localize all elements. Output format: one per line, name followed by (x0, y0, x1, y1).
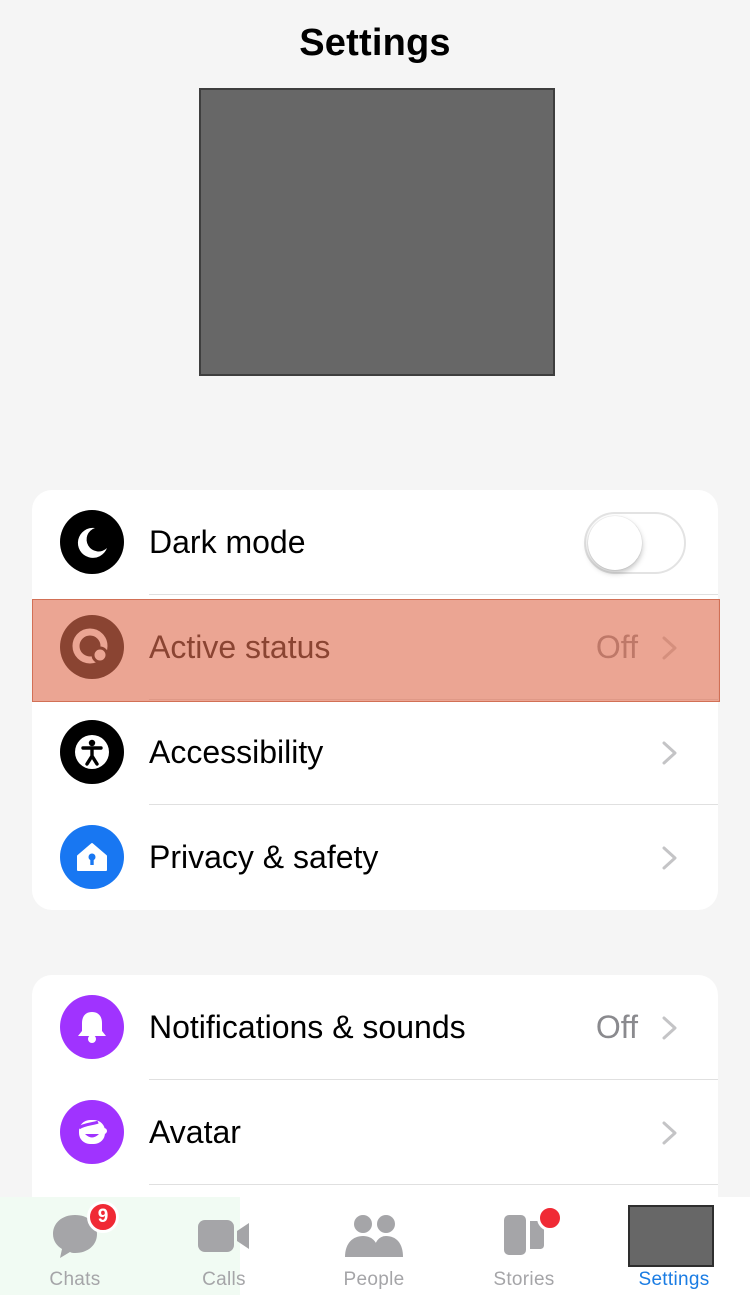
accessibility-label: Accessibility (149, 734, 324, 770)
notifications-label: Notifications & sounds (149, 1009, 466, 1045)
active-status-icon (60, 615, 124, 679)
chats-unread-badge: 9 (87, 1201, 119, 1233)
privacy-safety-row[interactable]: Privacy & safety (32, 805, 718, 910)
bottom-tab-bar: 9 Chats Calls People Stories Settings (0, 1197, 750, 1295)
settings-tab-avatar (628, 1205, 714, 1267)
divider (149, 1184, 718, 1185)
tab-settings[interactable]: Settings (599, 1197, 749, 1295)
stories-new-dot (537, 1205, 563, 1231)
tab-chats-label: Chats (49, 1269, 101, 1290)
notifications-row[interactable]: Notifications & sounds Off (32, 975, 718, 1080)
tab-stories-label: Stories (493, 1269, 555, 1290)
tab-settings-label: Settings (638, 1269, 710, 1290)
accessibility-row[interactable]: Accessibility (32, 700, 718, 805)
privacy-safety-label: Privacy & safety (149, 839, 379, 875)
page-title: Settings (299, 22, 451, 64)
avatar-row[interactable]: Avatar (32, 1080, 718, 1185)
chevron-right-icon (662, 1121, 677, 1145)
avatar-face-icon (60, 1100, 124, 1164)
bell-icon (60, 995, 124, 1059)
tab-stories[interactable]: Stories (449, 1197, 599, 1295)
toggle-knob (588, 516, 642, 570)
tab-calls-label: Calls (202, 1269, 246, 1290)
tab-calls[interactable]: Calls (149, 1197, 299, 1295)
settings-screen: Settings Dark mode Active status Off Acc… (0, 0, 750, 1295)
notifications-value: Off (595, 1009, 638, 1045)
tab-people-label: People (343, 1269, 405, 1290)
active-status-label: Active status (149, 629, 331, 665)
chevron-right-icon (662, 1016, 677, 1040)
profile-photo[interactable] (199, 88, 555, 376)
house-lock-icon (60, 825, 124, 889)
dark-mode-label: Dark mode (149, 524, 306, 560)
avatar-label: Avatar (149, 1114, 241, 1150)
active-status-row[interactable]: Active status Off (32, 595, 718, 700)
tab-people[interactable]: People (299, 1197, 449, 1295)
chevron-right-icon (662, 846, 677, 870)
settings-card-general: Dark mode Active status Off Accessibilit… (32, 490, 718, 910)
chevron-right-icon (662, 636, 677, 660)
chevron-right-icon (662, 741, 677, 765)
video-camera-icon (198, 1220, 249, 1252)
dark-mode-toggle[interactable] (584, 512, 686, 574)
tab-chats[interactable]: 9 Chats (0, 1197, 150, 1295)
dark-mode-row[interactable]: Dark mode (32, 490, 718, 595)
people-icon (345, 1215, 403, 1257)
moon-icon (60, 510, 124, 574)
accessibility-icon (60, 720, 124, 784)
active-status-value: Off (595, 629, 638, 665)
